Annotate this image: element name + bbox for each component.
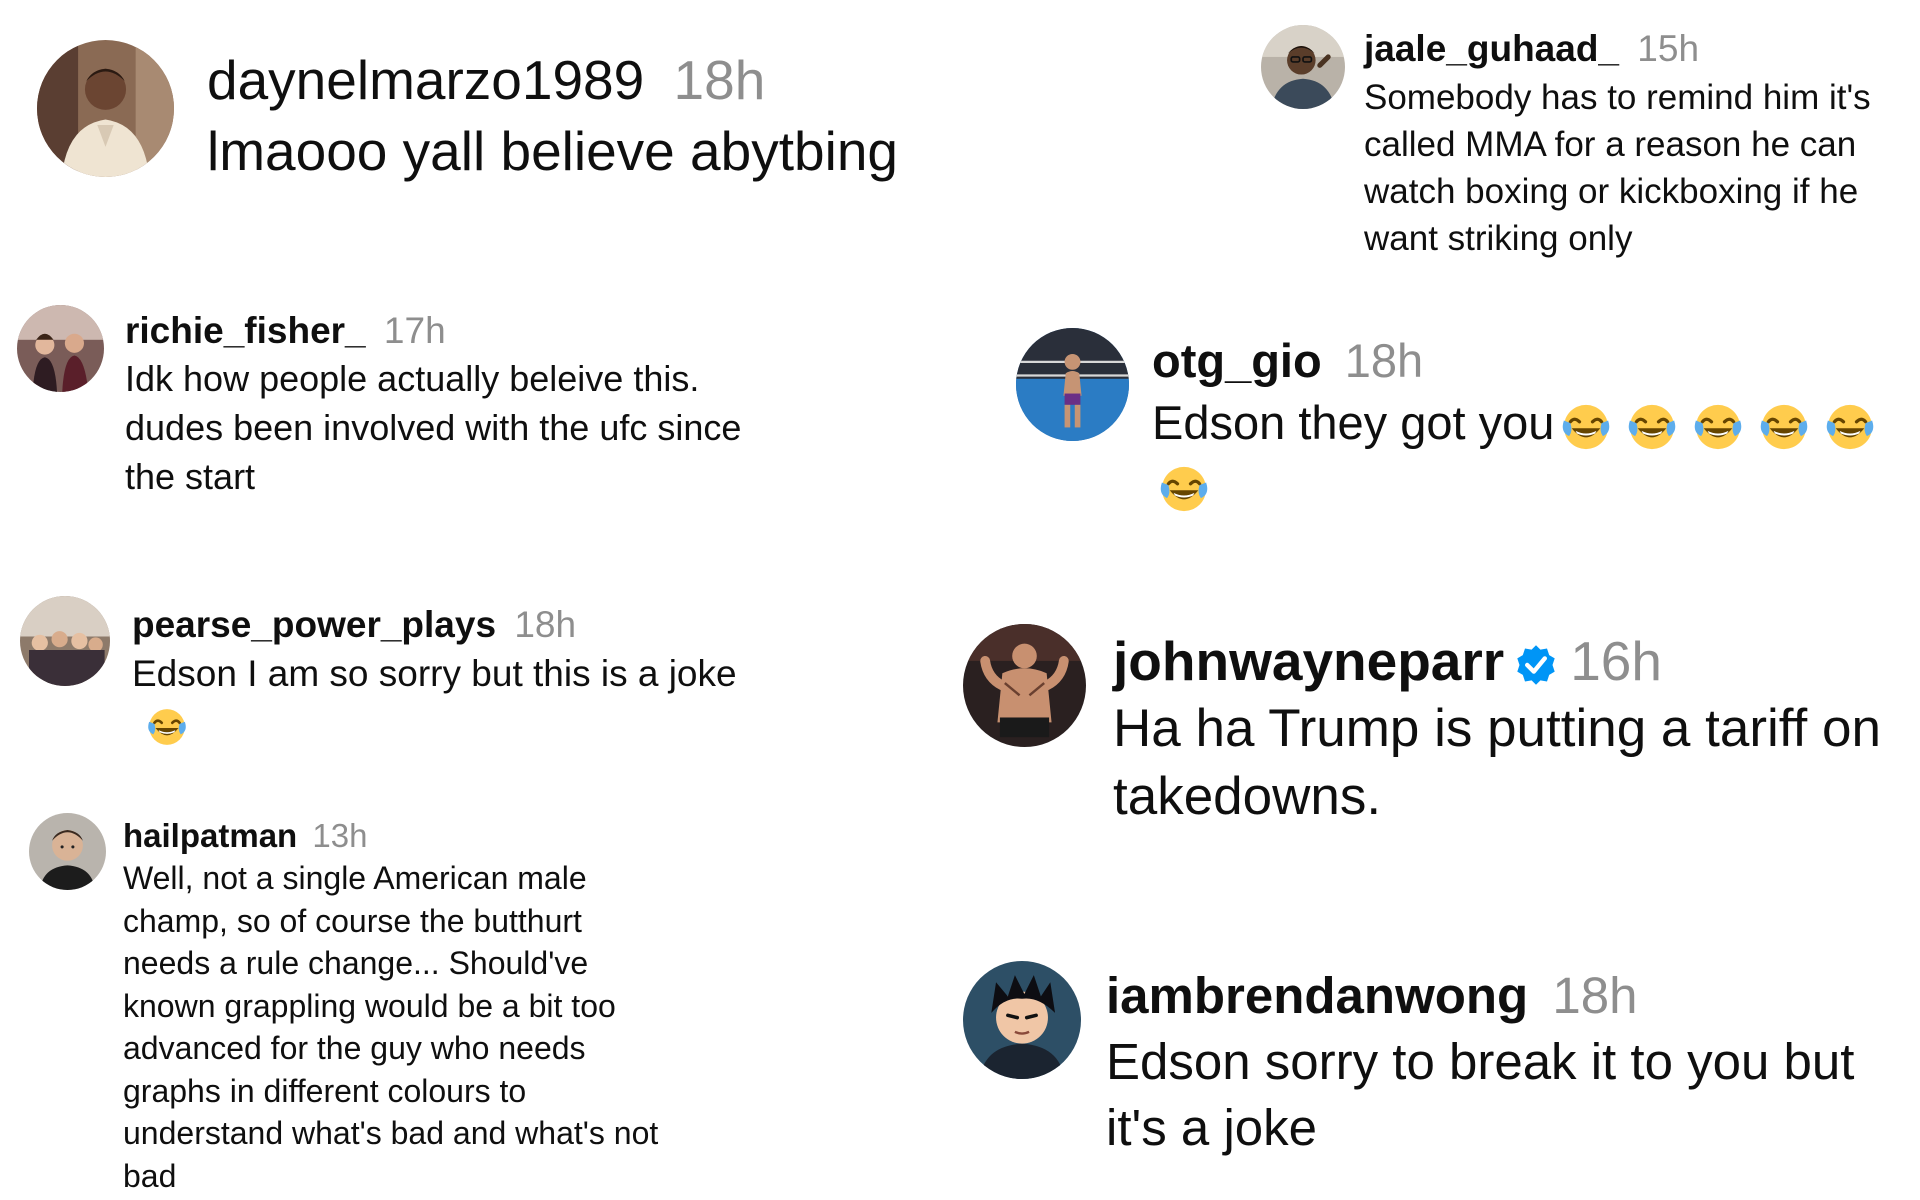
avatar-man-portrait[interactable] [29, 813, 106, 890]
verified-badge-icon [1514, 643, 1558, 687]
username[interactable]: otg_gio [1152, 334, 1322, 387]
avatar-fighter[interactable] [963, 624, 1086, 747]
avatar-man-with-glasses[interactable] [1261, 25, 1345, 109]
comment-text-content: Edson they got you [1152, 396, 1555, 449]
avatar-man-in-suit[interactable] [37, 40, 174, 177]
timestamp[interactable]: 15h [1637, 28, 1699, 69]
comment-header: daynelmarzo1989 18h [207, 45, 987, 115]
comment-header: richie_fisher_ 17h [125, 307, 765, 354]
comment-text: Idk how people actually beleive this. du… [125, 358, 742, 497]
laughing-crying-emoji-icon [1158, 463, 1210, 515]
laughing-crying-emoji-icon [1626, 401, 1678, 453]
username[interactable]: richie_fisher_ [125, 310, 366, 351]
timestamp[interactable]: 18h [674, 49, 766, 111]
laughing-crying-emoji-icon [1560, 401, 1612, 453]
avatar-anime-character[interactable] [963, 961, 1081, 1079]
comments-collage: daynelmarzo1989 18h lmaooo yall believe … [0, 0, 1920, 1200]
username[interactable]: johnwayneparr [1113, 630, 1504, 692]
laughing-crying-emoji-icon [1758, 401, 1810, 453]
timestamp[interactable]: 18h [1552, 967, 1637, 1024]
avatar-boxing-ring[interactable] [1016, 328, 1129, 441]
username[interactable]: jaale_guhaad_ [1364, 28, 1619, 69]
comment-text: Edson they got you [1152, 392, 1912, 516]
comment-header: jaale_guhaad_ 15h [1364, 24, 1920, 74]
avatar-group-photo[interactable] [17, 305, 104, 392]
comment-header: pearse_power_plays 18h [132, 601, 772, 648]
timestamp[interactable]: 13h [312, 817, 367, 854]
laughing-crying-emoji-icon [146, 706, 188, 748]
username[interactable]: iambrendanwong [1106, 967, 1528, 1024]
username[interactable]: hailpatman [123, 817, 297, 854]
comment-header: otg_gio 18h [1152, 330, 1920, 392]
comment-text: Edson I am so sorry but this is a joke [132, 648, 742, 750]
username[interactable]: daynelmarzo1989 [207, 49, 644, 111]
comment-text: Ha ha Trump is putting a tariff on taked… [1113, 699, 1881, 826]
laughing-crying-emoji-icon [1824, 401, 1876, 453]
username[interactable]: pearse_power_plays [132, 604, 496, 645]
comment-header: hailpatman 13h [123, 815, 683, 857]
timestamp[interactable]: 18h [514, 604, 576, 645]
laughing-crying-emoji-icon [1692, 401, 1744, 453]
comment-header: johnwayneparr 16h [1113, 627, 1913, 695]
timestamp[interactable]: 18h [1345, 334, 1423, 387]
timestamp[interactable]: 16h [1570, 630, 1662, 692]
comment-header: iambrendanwong 18h [1106, 963, 1896, 1029]
comment-text: lmaooo yall believe abytbing [207, 120, 898, 182]
comment-text-content: Edson I am so sorry but this is a joke [132, 653, 737, 694]
comment-text: Somebody has to remind him it's called M… [1364, 78, 1871, 258]
timestamp[interactable]: 17h [384, 310, 446, 351]
comment-text: Edson sorry to break it to you but it's … [1106, 1033, 1855, 1156]
avatar-group-photo[interactable] [20, 596, 110, 686]
comment-text: Well, not a single American male champ, … [123, 860, 659, 1194]
